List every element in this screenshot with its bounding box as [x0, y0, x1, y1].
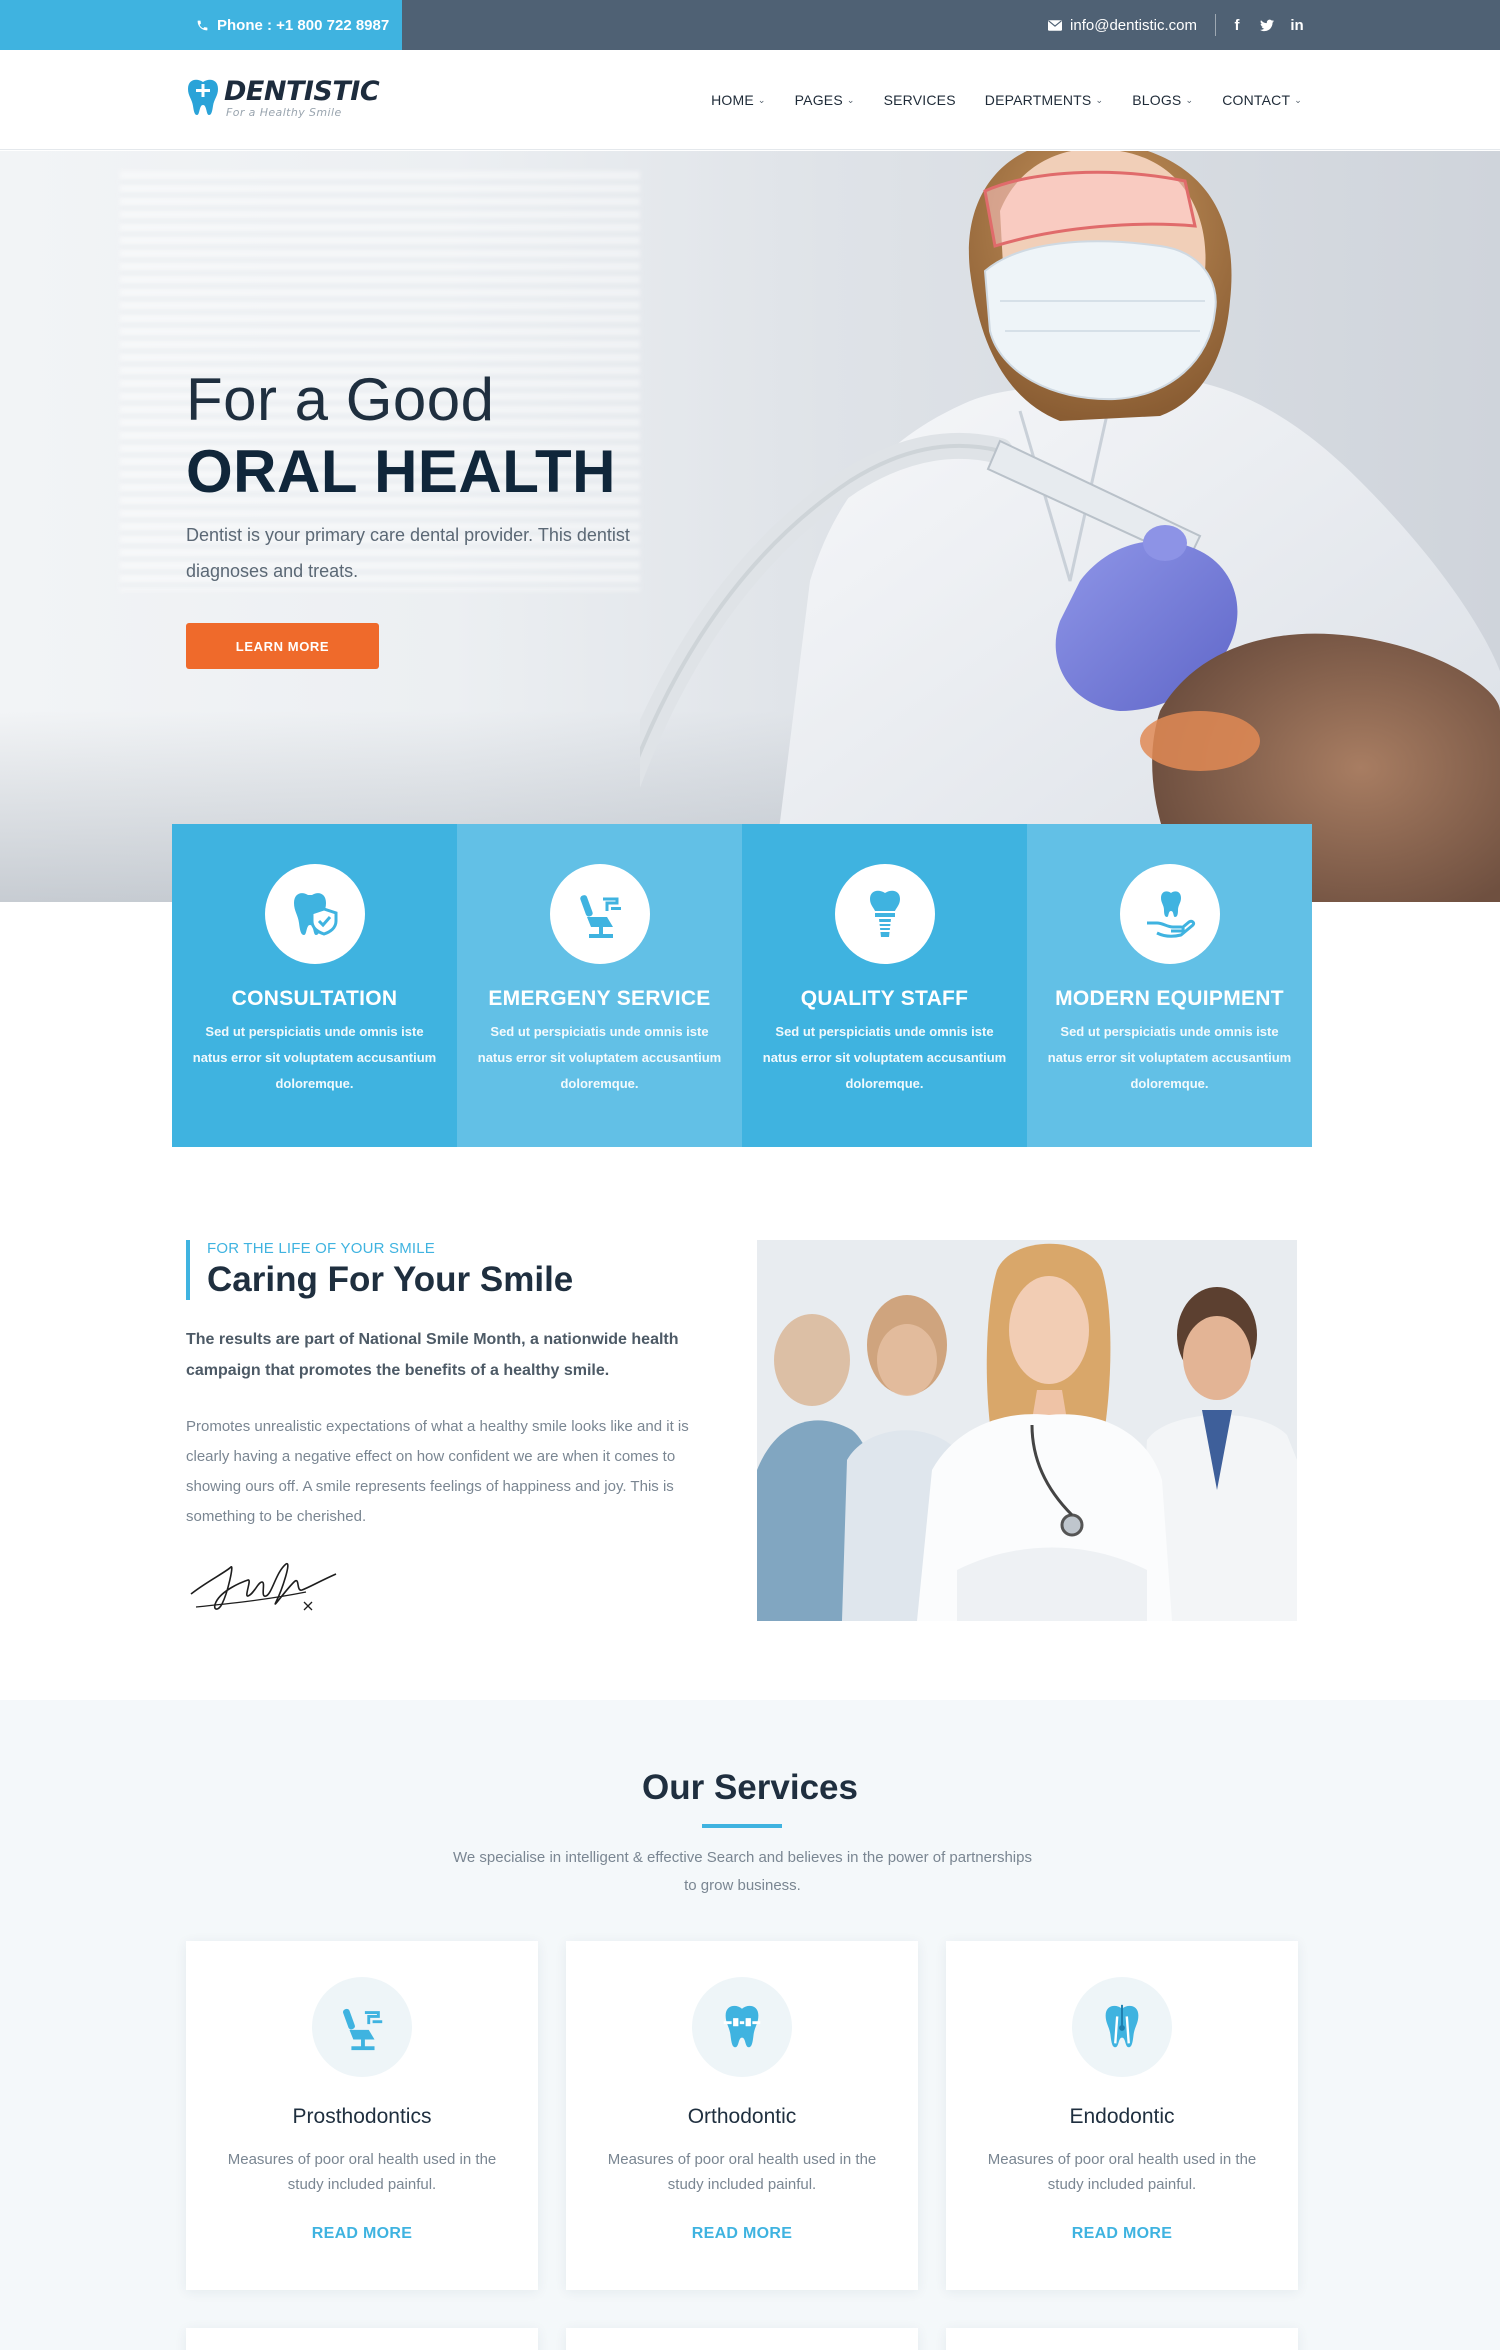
service-icon-circle	[312, 1977, 412, 2077]
service-card-partial	[946, 2328, 1298, 2350]
service-card-partial	[566, 2328, 918, 2350]
brand-name: DENTISTIC	[224, 76, 380, 107]
feature-description: Sed ut perspiciatis unde omnis iste natu…	[477, 1024, 722, 1091]
chevron-down-icon: ⌄	[1294, 95, 1302, 105]
about-lead: The results are part of National Smile M…	[186, 1331, 679, 1379]
facebook-icon[interactable]: f	[1230, 17, 1244, 34]
dental-chair-icon	[579, 895, 621, 938]
about-kicker: FOR THE LIFE OF YOUR SMILE	[207, 1240, 436, 1257]
feature-icon-circle	[834, 864, 935, 964]
top-bar: Phone : +1 800 722 8987 info@dentistic.c…	[0, 0, 1500, 50]
read-more-link[interactable]: READ MORE	[312, 2225, 412, 2243]
service-icon-circle	[692, 1977, 792, 2077]
learn-more-button[interactable]: LEARN MORE	[186, 623, 379, 669]
tooth-braces-icon	[723, 2005, 761, 2048]
nav-blogs-label: BLOGS	[1132, 92, 1182, 108]
feature-title: QUALITY STAFF	[800, 987, 969, 1010]
service-icon-circle	[1072, 1977, 1172, 2077]
service-description: Measures of poor oral health used in the…	[987, 2151, 1257, 2193]
chevron-down-icon: ⌄	[1095, 95, 1104, 105]
site-header: DENTISTIC For a Healthy Smile HOME ⌄ PAGE…	[0, 50, 1500, 150]
chevron-down-icon: ⌄	[757, 95, 766, 105]
envelope-icon	[1048, 19, 1063, 31]
feature-strip: CONSULTATION Sed ut perspiciatis unde om…	[172, 824, 1312, 1147]
feature-quality-staff[interactable]: QUALITY STAFF Sed ut perspiciatis unde o…	[742, 824, 1027, 1147]
nav-blogs[interactable]: BLOGS ⌄	[1132, 92, 1193, 108]
nav-services[interactable]: SERVICES	[884, 92, 956, 108]
hero-title-line2: ORAL HEALTH	[186, 438, 616, 505]
read-more-link[interactable]: READ MORE	[692, 2225, 792, 2243]
service-description: Measures of poor oral health used in the…	[607, 2151, 877, 2193]
feature-title: MODERN EQUIPMENT	[1055, 987, 1284, 1010]
twitter-icon[interactable]	[1260, 18, 1274, 32]
tooth-hand-icon	[1146, 891, 1195, 938]
email-contact[interactable]: info@dentistic.com	[1048, 17, 1197, 34]
services-title: Our Services	[642, 1768, 858, 1807]
feature-description: Sed ut perspiciatis unde omnis iste natu…	[192, 1024, 437, 1091]
hero-description: Dentist is your primary care dental prov…	[186, 525, 630, 581]
email-text: info@dentistic.com	[1070, 16, 1197, 34]
phone-contact[interactable]: Phone : +1 800 722 8987	[0, 0, 402, 50]
feature-icon-circle	[549, 864, 650, 964]
social-links: f in	[1230, 17, 1304, 34]
feature-emergency-service[interactable]: EMERGENY SERVICE Sed ut perspiciatis und…	[457, 824, 742, 1147]
about-title: Caring For Your Smile	[207, 1260, 574, 1299]
feature-description: Sed ut perspiciatis unde omnis iste natu…	[1047, 1024, 1292, 1091]
read-more-link[interactable]: READ MORE	[1072, 2225, 1172, 2243]
phone-icon	[197, 20, 208, 30]
nav-home-label: HOME	[711, 92, 754, 108]
feature-title: CONSULTATION	[231, 987, 398, 1010]
phone-text: Phone : +1 800 722 8987	[217, 16, 390, 34]
hero-title-line1: For a Good	[186, 366, 495, 433]
kicker-accent-bar	[186, 1240, 190, 1300]
tooth-shield-icon	[293, 893, 337, 936]
service-card-orthodontic[interactable]: Orthodontic Measures of poor oral health…	[566, 1941, 918, 2290]
signature-image	[190, 1563, 337, 1611]
service-card-endodontic[interactable]: Endodontic Measures of poor oral health …	[946, 1941, 1298, 2290]
chevron-down-icon: ⌄	[1185, 95, 1194, 105]
hero-banner: For a Good ORAL HEALTH Dentist is your p…	[0, 151, 1500, 902]
dental-chair-icon	[342, 2008, 383, 2051]
dental-implant-icon	[869, 890, 900, 937]
feature-modern-equipment[interactable]: MODERN EQUIPMENT Sed ut perspiciatis und…	[1027, 824, 1312, 1147]
service-name: Prosthodontics	[292, 2105, 432, 2128]
service-card-partial	[186, 2328, 538, 2350]
feature-title: EMERGENY SERVICE	[488, 987, 711, 1010]
nav-departments-label: DEPARTMENTS	[984, 92, 1092, 108]
nav-contact[interactable]: CONTACT ⌄	[1222, 92, 1302, 108]
brand-logo[interactable]: DENTISTIC For a Healthy Smile	[186, 76, 380, 119]
service-name: Orthodontic	[687, 2105, 797, 2128]
nav-pages-label: PAGES	[794, 92, 843, 108]
divider	[1215, 14, 1216, 36]
feature-icon-circle	[264, 864, 365, 964]
service-name: Endodontic	[1069, 2105, 1175, 2128]
brand-tagline: For a Healthy Smile	[226, 106, 342, 119]
main-navigation: HOME ⌄ PAGES ⌄ SERVICES DEPARTMENTS ⌄ BLOGS…	[711, 50, 1302, 150]
dental-team-photo	[757, 1240, 1297, 1621]
service-description: Measures of poor oral health used in the…	[227, 2151, 497, 2193]
linkedin-icon[interactable]: in	[1290, 17, 1304, 34]
chevron-down-icon: ⌄	[846, 95, 855, 105]
title-underline	[702, 1824, 782, 1828]
nav-home[interactable]: HOME ⌄	[711, 92, 766, 108]
dentist-photo	[640, 151, 1500, 902]
nav-contact-label: CONTACT	[1222, 92, 1291, 108]
nav-departments[interactable]: DEPARTMENTS ⌄	[985, 92, 1103, 108]
tooth-root-icon	[1105, 2004, 1139, 2048]
feature-consultation[interactable]: CONSULTATION Sed ut perspiciatis unde om…	[172, 824, 457, 1147]
feature-description: Sed ut perspiciatis unde omnis iste natu…	[762, 1024, 1007, 1091]
tooth-logo-icon	[188, 79, 218, 115]
about-body: Promotes unrealistic expectations of wha…	[186, 1418, 689, 1525]
service-card-prosthodontics[interactable]: Prosthodontics Measures of poor oral hea…	[186, 1941, 538, 2290]
nav-pages[interactable]: PAGES ⌄	[795, 92, 855, 108]
services-section: Our Services We specialise in intelligen…	[0, 1700, 1500, 2350]
feature-icon-circle	[1119, 864, 1220, 964]
nav-services-label: SERVICES	[883, 92, 956, 108]
services-subtitle: We specialise in intelligent & effective…	[453, 1849, 1032, 1894]
